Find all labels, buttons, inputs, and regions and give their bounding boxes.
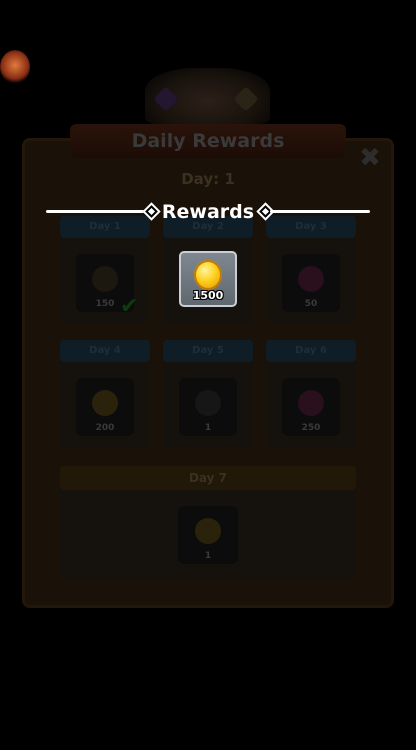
- day-6-header: Day 6: [266, 340, 356, 362]
- day-7-amount: 1: [204, 551, 212, 561]
- gem-icon: [92, 266, 118, 292]
- coin-icon: [194, 260, 222, 290]
- day-5-cell[interactable]: Day 5 1: [163, 340, 253, 448]
- day-6-reward: 250: [282, 378, 340, 436]
- gem-icon: [298, 390, 324, 416]
- day-3-cell[interactable]: Day 3 50: [266, 216, 356, 324]
- reward-item-tile[interactable]: 1500: [179, 251, 237, 307]
- day-5-amount: 1: [204, 423, 212, 433]
- current-day-label: Day: 1: [181, 170, 235, 188]
- reward-amount: 1500: [192, 289, 224, 302]
- day-6-amount: 250: [301, 423, 321, 433]
- day-7-header: Day 7: [60, 466, 356, 490]
- gem-icon: [298, 266, 324, 292]
- day-5-reward: 1: [179, 378, 237, 436]
- day-3-amount: 50: [304, 299, 318, 309]
- day-4-header: Day 4: [60, 340, 150, 362]
- page-title: Daily Rewards: [131, 130, 285, 152]
- claimed-check-icon: ✔: [120, 294, 139, 319]
- key-icon: [195, 518, 221, 544]
- close-icon[interactable]: ✖: [358, 145, 382, 171]
- day-4-reward: 200: [76, 378, 134, 436]
- day-6-cell[interactable]: Day 6 250: [266, 340, 356, 448]
- coin-icon: [92, 390, 118, 416]
- treasure-chest-icon: [145, 68, 270, 124]
- daily-rewards-title-banner: Daily Rewards: [70, 124, 346, 158]
- rewards-divider-right: [270, 210, 370, 213]
- day-7-reward: 1: [178, 506, 238, 564]
- day-3-header: Day 3: [266, 216, 356, 238]
- profile-badge-icon: [0, 50, 30, 84]
- day-5-header: Day 5: [163, 340, 253, 362]
- day-4-amount: 200: [95, 423, 115, 433]
- day-7-cell[interactable]: Day 7 1: [60, 466, 356, 578]
- key-icon: [195, 390, 221, 416]
- day-1-header: Day 1: [60, 216, 150, 238]
- day-4-cell[interactable]: Day 4 200: [60, 340, 150, 448]
- rewards-divider-left: [46, 210, 146, 213]
- rewards-title: Rewards: [161, 201, 255, 223]
- day-3-reward: 50: [282, 254, 340, 312]
